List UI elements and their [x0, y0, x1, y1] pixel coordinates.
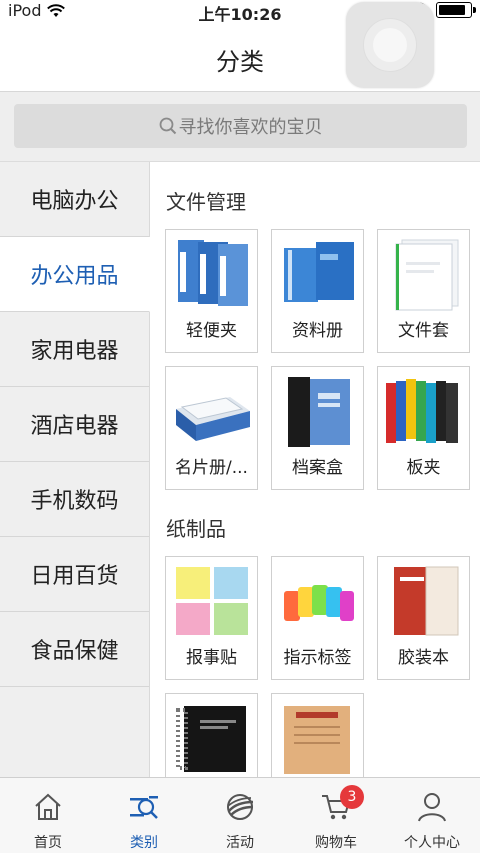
- nav-bar: 分类: [0, 2, 480, 92]
- category-tile[interactable]: 指示标签: [271, 556, 364, 680]
- sidebar-item-label: 办公用品: [30, 264, 119, 289]
- search-input[interactable]: 寻找你喜欢的宝贝: [14, 104, 467, 148]
- sidebar-item-computer-office[interactable]: 电脑办公: [0, 162, 149, 237]
- sidebar-item-hotel-appliances[interactable]: 酒店电器: [0, 387, 149, 462]
- spiral-notebook-image: [176, 706, 246, 772]
- archive-envelope-image: [284, 706, 350, 774]
- archive-box-image: [288, 377, 350, 447]
- category-tile[interactable]: [271, 693, 364, 777]
- sidebar-item-daily-goods[interactable]: 日用百货: [0, 537, 149, 612]
- bound-notebook-image: [394, 566, 459, 636]
- card-box-image: [176, 397, 250, 441]
- tab-label: 个人中心: [404, 835, 460, 851]
- category-tile-label: 报事贴: [186, 648, 237, 668]
- category-tile-label: 名片册/...: [175, 458, 248, 478]
- binder-folders-image: [178, 240, 248, 306]
- tab-cart[interactable]: 3 购物车: [288, 778, 384, 853]
- index-tabs-image: [284, 585, 354, 621]
- category-tile-label: 指示标签: [283, 648, 352, 668]
- tab-category[interactable]: 类别: [96, 778, 192, 853]
- category-tile-label: 板夹: [406, 458, 441, 478]
- tab-activity[interactable]: 活动: [192, 778, 288, 853]
- category-tile-label: 资料册: [292, 321, 343, 341]
- category-tile[interactable]: 报事贴: [165, 556, 258, 680]
- category-tile[interactable]: 文件套: [377, 229, 470, 353]
- battery-fill: [439, 5, 465, 15]
- search-placeholder: 寻找你喜欢的宝贝: [178, 117, 323, 138]
- sidebar-item-label: 酒店电器: [30, 414, 119, 439]
- display-book-image: [284, 242, 354, 302]
- category-tile-label: 档案盒: [292, 458, 343, 478]
- home-icon: [35, 793, 61, 820]
- tab-label: 类别: [130, 835, 158, 851]
- tab-label: 首页: [34, 835, 62, 851]
- category-tile-label: 胶装本: [398, 648, 449, 668]
- category-tile-label: 文件套: [398, 321, 449, 341]
- file-sleeve-image: [395, 239, 459, 311]
- battery-icon: [436, 2, 476, 18]
- assistive-touch-center: [373, 28, 407, 62]
- sidebar-item-food-health[interactable]: 食品保健: [0, 612, 149, 687]
- sidebar-item-office-supplies[interactable]: 办公用品: [0, 237, 150, 312]
- category-tile[interactable]: 资料册: [271, 229, 364, 353]
- activity-globe-icon: [227, 794, 254, 820]
- sidebar-item-label: 食品保健: [30, 639, 119, 664]
- section-title: 文件管理: [166, 190, 246, 214]
- tab-label: 活动: [226, 835, 254, 851]
- category-tile-label: 轻便夹: [186, 321, 237, 341]
- sidebar-item-label: 日用百货: [30, 564, 119, 589]
- category-tile[interactable]: 轻便夹: [165, 229, 258, 353]
- sidebar-item-label: 电脑办公: [30, 189, 119, 214]
- category-tile[interactable]: 胶装本: [377, 556, 470, 680]
- category-tile[interactable]: 档案盒: [271, 366, 364, 490]
- category-tile[interactable]: 名片册/...: [165, 366, 258, 490]
- assistive-touch-ring: [363, 18, 417, 72]
- category-list-icon: [130, 796, 158, 819]
- sidebar-item-home-appliances[interactable]: 家用电器: [0, 312, 149, 387]
- person-icon: [418, 793, 446, 822]
- sidebar-item-label: 家用电器: [30, 339, 119, 364]
- section-title: 纸制品: [166, 517, 226, 541]
- clipboard-folders-image: [386, 379, 458, 443]
- tab-label: 购物车: [315, 835, 357, 851]
- category-tile[interactable]: 板夹: [377, 366, 470, 490]
- tab-bar: 首页 类别 活动 3 购物车 个人中心: [0, 777, 480, 853]
- search-area: 寻找你喜欢的宝贝: [0, 92, 480, 162]
- sidebar-item-label: 手机数码: [30, 489, 119, 514]
- cart-badge: 3: [340, 785, 364, 809]
- sticky-notes-image: [176, 567, 248, 635]
- sidebar-item-mobile-digital[interactable]: 手机数码: [0, 462, 149, 537]
- assistive-touch-button[interactable]: [346, 2, 434, 88]
- category-tile[interactable]: [165, 693, 258, 777]
- tab-home[interactable]: 首页: [0, 778, 96, 853]
- category-sidebar: 电脑办公 办公用品 家用电器 酒店电器 手机数码 日用百货 食品保健: [0, 162, 150, 777]
- search-icon: [159, 117, 176, 135]
- tab-profile[interactable]: 个人中心: [384, 778, 480, 853]
- category-content: 文件管理 轻便夹 资料册 文件套 名片册/... 档案盒 板夹 纸制品 报事贴 …: [150, 162, 480, 777]
